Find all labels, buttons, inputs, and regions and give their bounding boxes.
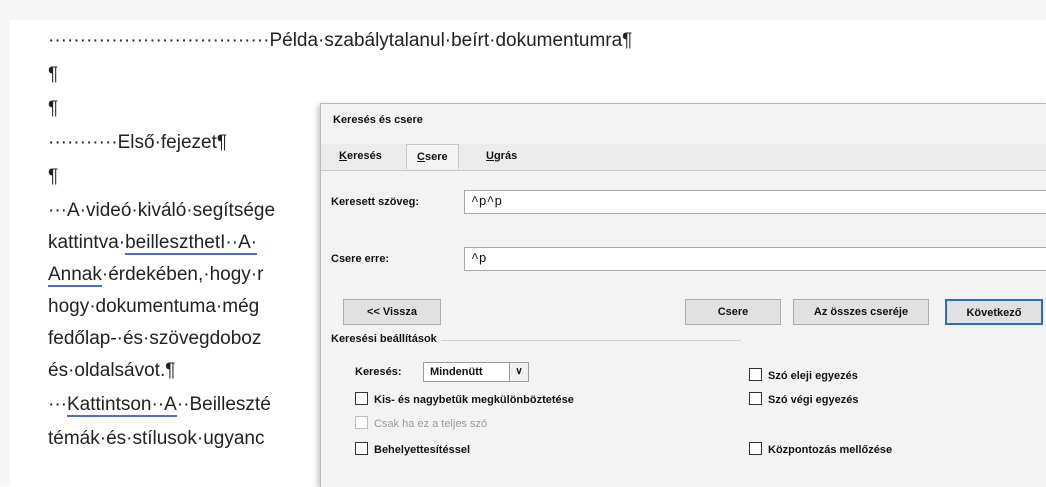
replace-label: Csere erre:	[331, 253, 390, 265]
match-prefix-label: Szó eleji egyezés	[768, 370, 858, 382]
doc-heading: Példa·szabálytalanul·beírt·dokumentumra¶	[269, 30, 633, 51]
doc-text: ···	[48, 394, 67, 415]
tab-goto[interactable]: Ugrás	[476, 144, 527, 168]
replace-all-button[interactable]: Az összes cseréje	[793, 299, 929, 325]
wildcards-label: Behelyettesítéssel	[374, 444, 470, 456]
doc-pilcrow: ¶	[48, 98, 59, 119]
tab-panel-border	[321, 170, 1046, 171]
search-direction-value: Mindenütt	[430, 366, 483, 378]
doc-paragraph-line: hogy·dokumentuma·még	[48, 296, 260, 317]
tab-goto-accesskey: U	[486, 150, 494, 162]
tab-replace[interactable]: Csere	[406, 144, 459, 169]
tab-replace-label: sere	[424, 151, 448, 163]
doc-chapter-dots: ···········	[48, 132, 118, 153]
doc-paragraph-line: témák·és·stílusok·ugyanc	[48, 428, 265, 449]
checkbox-box[interactable]	[355, 392, 368, 405]
doc-text: ··Beilleszté	[176, 394, 271, 415]
tab-find-accesskey: K	[339, 150, 347, 162]
match-case-label: Kis- és nagybetűk megkülönböztetése	[374, 394, 574, 406]
doc-chapter-line: ···········Első·fejezet¶	[48, 132, 227, 154]
ignore-punctuation-checkbox[interactable]: Központozás mellőzése	[749, 442, 892, 456]
doc-pilcrow: ¶	[48, 64, 59, 85]
doc-paragraph-line: fedőlap-·és·szövegdoboz	[48, 328, 262, 349]
match-case-checkbox[interactable]: Kis- és nagybetűk megkülönböztetése	[355, 392, 574, 406]
tab-goto-label: grás	[493, 150, 518, 162]
replace-button[interactable]: Csere	[685, 299, 781, 325]
checkbox-box[interactable]	[355, 442, 368, 455]
doc-pilcrow: ¶	[48, 166, 59, 187]
checkbox-box[interactable]	[749, 368, 762, 381]
match-suffix-checkbox[interactable]: Szó végi egyezés	[749, 392, 859, 406]
replace-input[interactable]: ^p	[464, 247, 1046, 271]
search-options-title: Keresési beállítások	[331, 333, 437, 345]
whole-word-label: Csak ha ez a teljes szó	[374, 418, 488, 430]
tab-replace-accesskey: C	[417, 151, 425, 163]
doc-text-underlined: Kattintson··A	[66, 394, 177, 417]
tab-find-label: eresés	[346, 150, 382, 162]
doc-paragraph-line: és·oldalsávot.¶	[48, 360, 176, 381]
checkbox-box[interactable]	[749, 392, 762, 405]
doc-text: kattintva·	[48, 232, 126, 253]
whole-word-checkbox: Csak ha ez a teljes szó	[355, 416, 487, 430]
doc-text-underlined: Annak	[48, 264, 102, 287]
doc-paragraph-line: ···Kattintson··A··Beilleszté	[48, 394, 271, 417]
wildcards-checkbox[interactable]: Behelyettesítéssel	[355, 442, 470, 456]
checkbox-box	[355, 416, 368, 429]
find-replace-dialog: Keresés és csere Keresés Csere Ugrás Ker…	[320, 103, 1046, 487]
tab-find[interactable]: Keresés	[329, 144, 392, 168]
dialog-title: Keresés és csere	[333, 114, 423, 126]
search-options-divider	[441, 340, 741, 341]
doc-text-underlined: beilleszthetI··A·	[125, 232, 258, 255]
doc-heading-line: ···································Példa…	[48, 30, 632, 52]
less-button[interactable]: << Vissza	[343, 299, 441, 325]
find-next-button[interactable]: Következő	[945, 299, 1043, 325]
doc-text: ·érdekében,·hogy·r	[101, 264, 264, 285]
chevron-down-icon[interactable]: ∨	[509, 363, 528, 381]
tab-strip: Keresés Csere Ugrás	[321, 144, 1046, 170]
find-input[interactable]: ^p^p	[464, 190, 1046, 214]
search-direction-label: Keresés:	[355, 366, 402, 378]
find-label: Keresett szöveg:	[331, 196, 420, 208]
ignore-punctuation-label: Központozás mellőzése	[768, 444, 893, 456]
doc-paragraph-line: kattintva·beilleszthetI··A·	[48, 232, 258, 255]
doc-chapter: Első·fejezet¶	[117, 132, 228, 153]
search-direction-select[interactable]: Mindenütt ∨	[423, 362, 529, 382]
doc-paragraph-line: Annak·érdekében,·hogy·r	[48, 264, 264, 287]
match-prefix-checkbox[interactable]: Szó eleji egyezés	[749, 368, 858, 382]
doc-paragraph-line: ···A·videó·kiváló·segítsége	[48, 200, 276, 221]
doc-heading-dots: ···································	[48, 30, 270, 51]
match-suffix-label: Szó végi egyezés	[768, 394, 859, 406]
checkbox-box[interactable]	[749, 442, 762, 455]
